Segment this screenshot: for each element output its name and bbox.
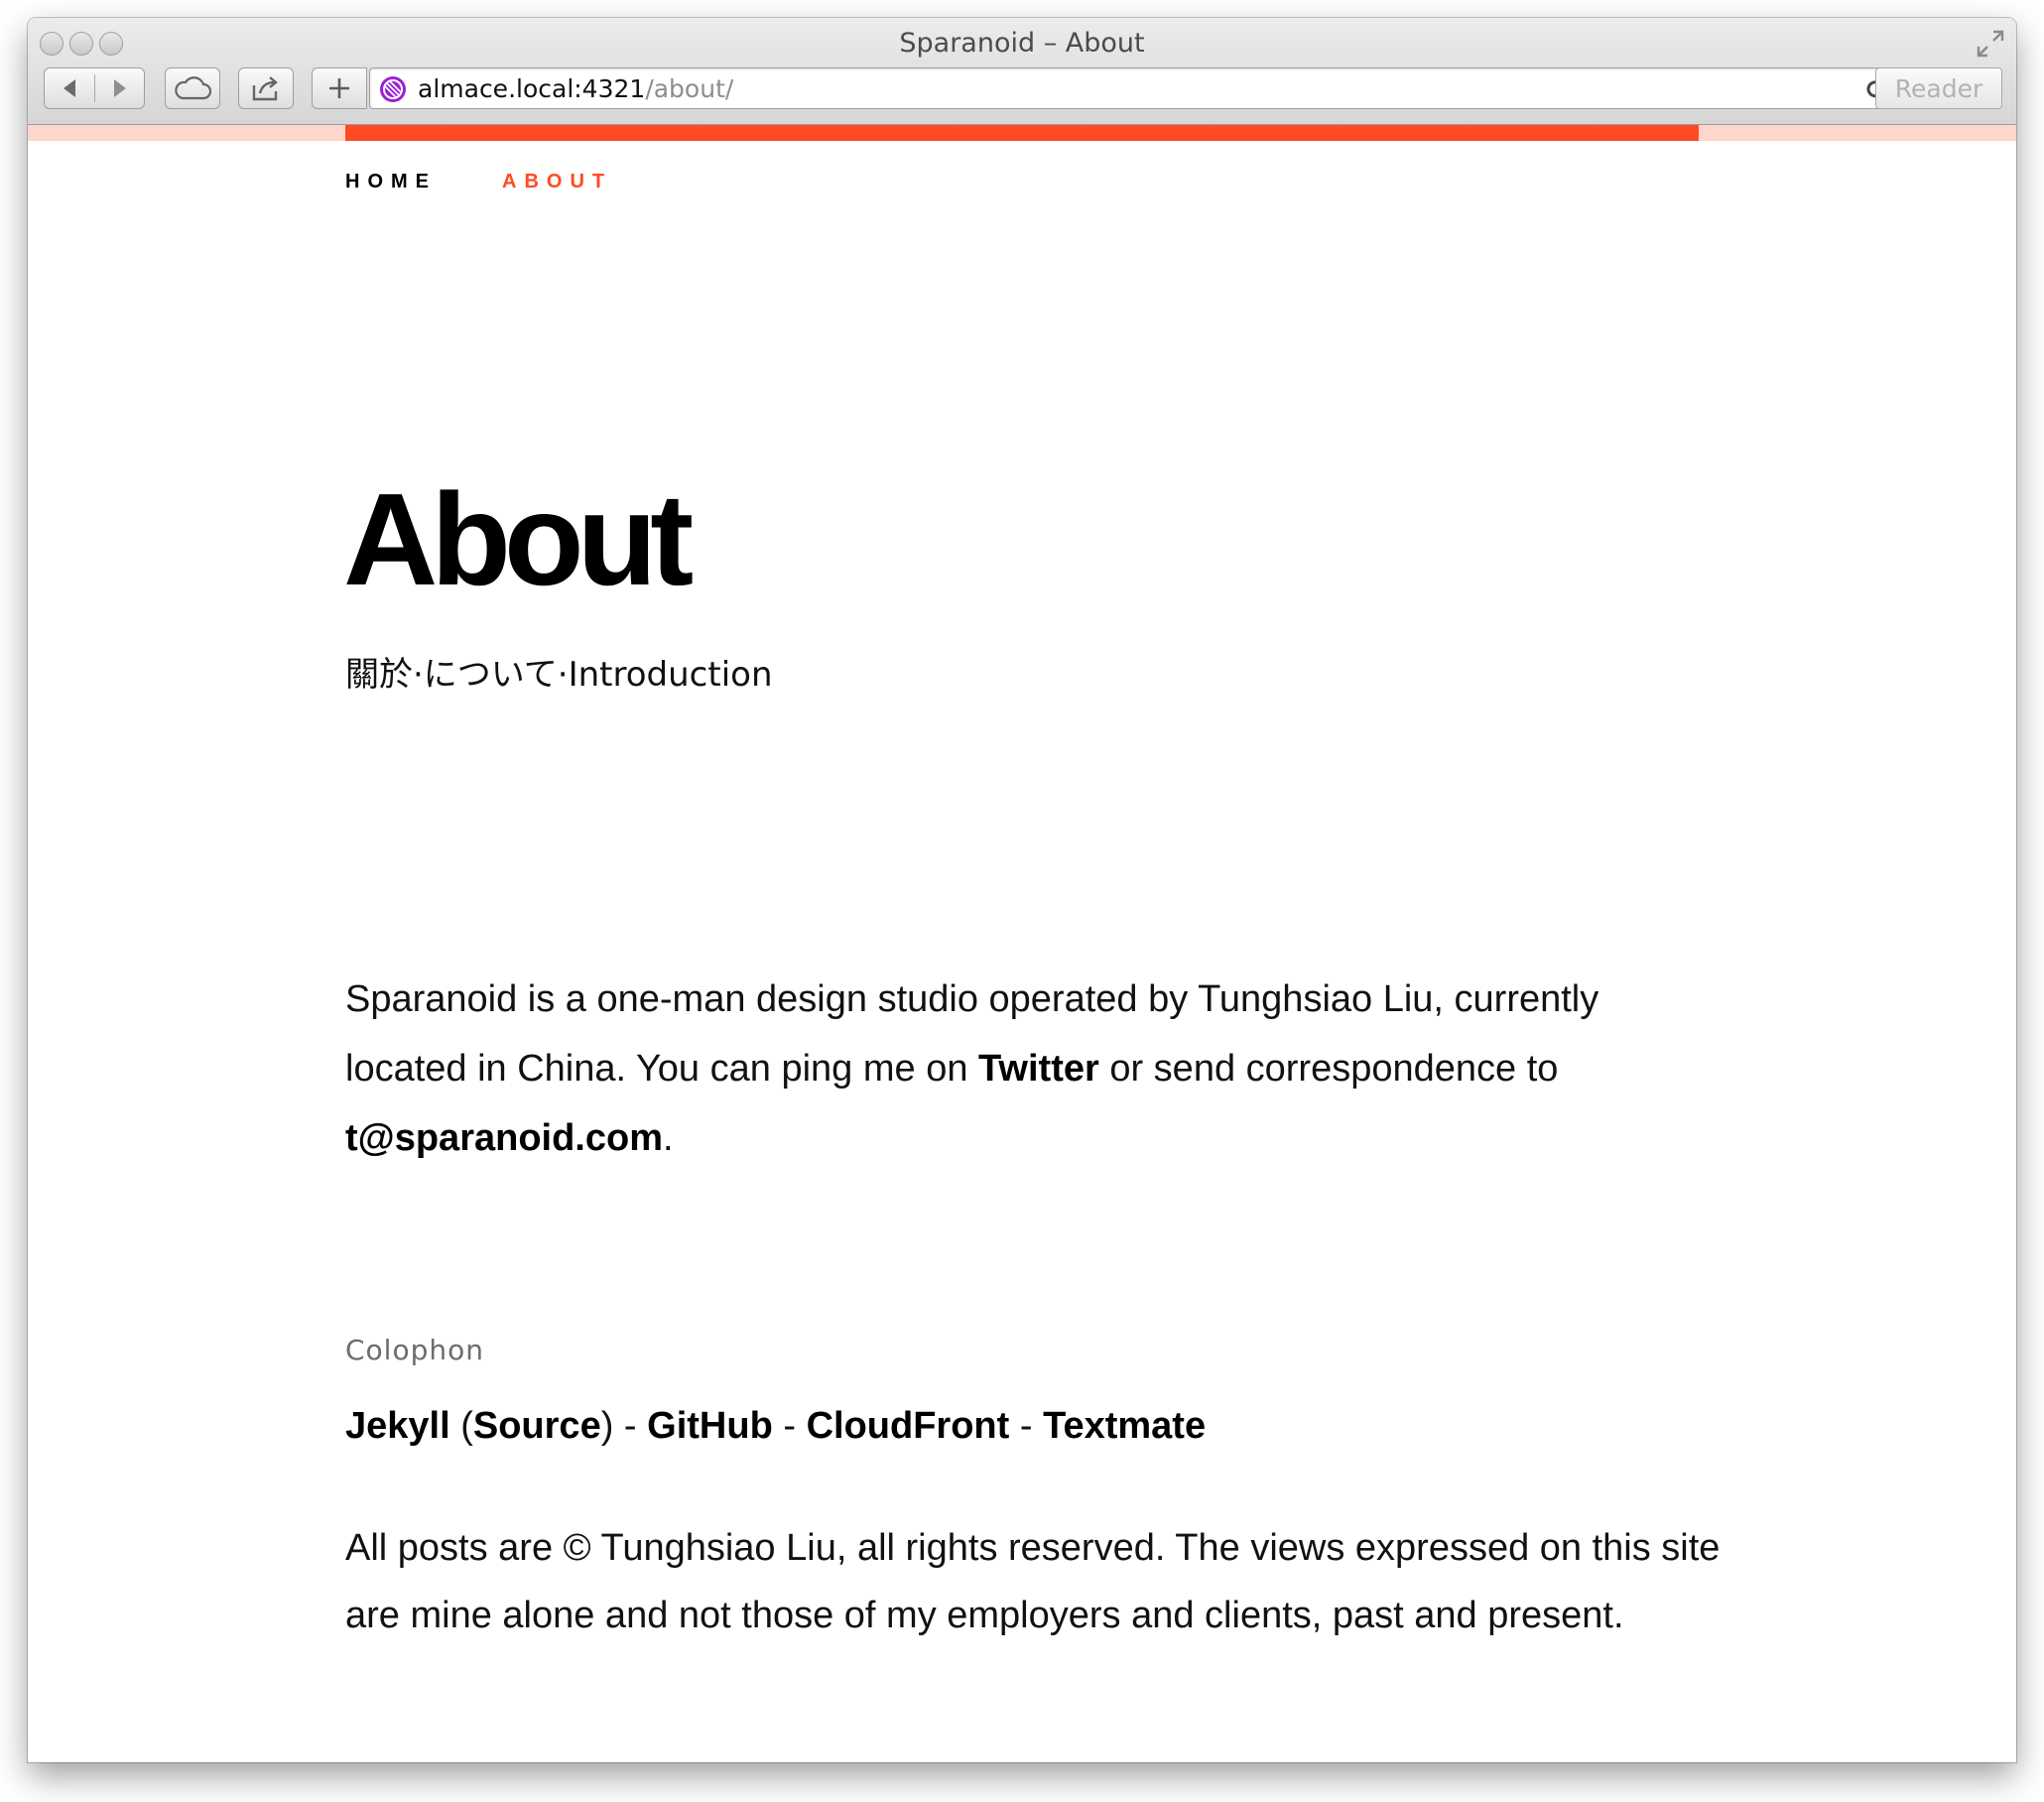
icloud-tabs-button[interactable] (165, 67, 220, 109)
page-subtitle: 關於·について·Introduction (345, 655, 773, 695)
site-nav: HOME ABOUT (345, 171, 678, 193)
page-title: About (343, 466, 694, 612)
window-title: Sparanoid – About (899, 28, 1145, 59)
reading-progress-bar (28, 125, 2016, 141)
cloud-icon (175, 76, 212, 100)
forward-arrow-icon[interactable] (95, 68, 145, 108)
reading-progress-fill (345, 125, 1699, 141)
colophon-separator: - (772, 1405, 807, 1447)
twitter-link[interactable]: Twitter (978, 1048, 1099, 1090)
fullscreen-icon[interactable] (1975, 28, 2006, 60)
cloudfront-link[interactable]: CloudFront (807, 1405, 1010, 1447)
colophon-paren-close: ) (600, 1405, 614, 1447)
share-icon (252, 76, 278, 101)
share-button[interactable] (238, 67, 294, 109)
title-bar: Sparanoid – About almace.local:4321/abou… (28, 18, 2016, 125)
url-host: almace.local:4321 (418, 74, 646, 103)
back-forward-group (44, 67, 145, 109)
copyright-notice: All posts are © Tunghsiao Liu, all right… (345, 1527, 1721, 1636)
plus-icon (329, 78, 349, 98)
intro-text-3: . (663, 1117, 674, 1159)
page-viewport: HOME ABOUT About 關於·について·Introduction Sp… (28, 125, 2016, 1762)
url-text: almace.local:4321/about/ (418, 74, 733, 103)
source-link[interactable]: Source (473, 1405, 601, 1447)
browser-window: Sparanoid – About almace.local:4321/abou… (28, 18, 2016, 1762)
reader-button[interactable]: Reader (1875, 67, 2002, 109)
intro-paragraph: Sparanoid is a one-man design studio ope… (345, 965, 1725, 1173)
jekyll-link[interactable]: Jekyll (345, 1405, 450, 1447)
nav-item-home[interactable]: HOME (345, 171, 437, 193)
url-path: /about/ (645, 74, 734, 103)
site-favicon-icon (380, 76, 406, 102)
back-arrow-icon[interactable] (45, 68, 94, 108)
address-bar[interactable]: almace.local:4321/about/ (369, 67, 1899, 109)
new-tab-button[interactable] (312, 67, 367, 109)
textmate-link[interactable]: Textmate (1043, 1405, 1206, 1447)
colophon-separator: - (613, 1405, 648, 1447)
intro-text-2: or send correspondence to (1098, 1048, 1559, 1090)
github-link[interactable]: GitHub (647, 1405, 773, 1447)
email-link[interactable]: t@sparanoid.com (345, 1117, 663, 1159)
nav-item-about[interactable]: ABOUT (502, 171, 612, 193)
colophon-label: Colophon (345, 1334, 484, 1366)
colophon-links: Jekyll (Source) - GitHub - CloudFront - … (345, 1405, 1206, 1448)
colophon-separator: - (1009, 1405, 1044, 1447)
colophon-paren-open: ( (449, 1405, 473, 1447)
